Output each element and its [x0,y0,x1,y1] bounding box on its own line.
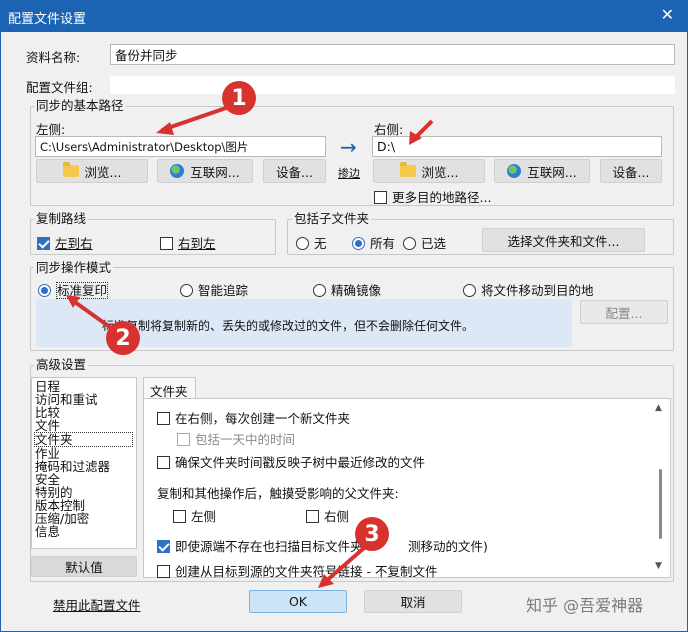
annotation-arrow-2 [70,298,116,332]
annotation-arrow-3 [323,546,366,584]
annotation-arrow-1 [161,106,227,132]
annotation-arrows [66,106,434,588]
annotation-arrowhead-1 [156,122,174,135]
annotation-marker-2: 2 [106,321,140,355]
annotation-marker-3: 3 [355,517,389,551]
annotation-marker-1: 1 [222,81,256,115]
